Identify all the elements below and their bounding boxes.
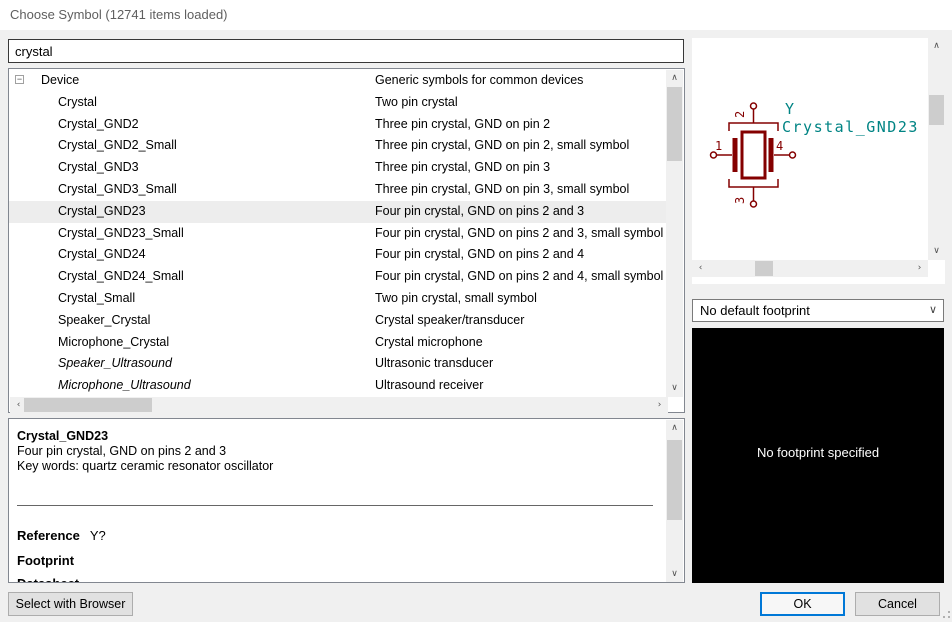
scroll-down-icon[interactable]: ∨ <box>666 380 683 397</box>
detail-symbol-name: Crystal_GND23 <box>17 429 108 443</box>
tree-row-speaker-crystal[interactable]: Speaker_Crystal Crystal speaker/transduc… <box>9 310 667 332</box>
pin4-number: 4 <box>776 139 783 153</box>
select-with-browser-button[interactable]: Select with Browser <box>8 592 133 616</box>
collapse-icon[interactable]: − <box>15 75 24 84</box>
scrollbar-thumb[interactable] <box>24 398 152 412</box>
scroll-down-icon[interactable]: ∨ <box>666 566 683 583</box>
symbol-tree-rows: − Device Generic symbols for common devi… <box>9 70 667 397</box>
symbol-tree: − Device Generic symbols for common devi… <box>8 68 685 413</box>
tree-horizontal-scrollbar[interactable]: ‹ › <box>10 397 668 413</box>
search-input[interactable] <box>8 39 684 63</box>
detail-field-reference: ReferenceY? <box>17 528 106 543</box>
preview-horizontal-scrollbar[interactable]: ‹ › <box>692 260 928 277</box>
scrollbar-thumb[interactable] <box>667 87 682 161</box>
crystal-symbol-drawing: 1 4 2 3 Y Crystal_GND23 <box>692 38 928 260</box>
tree-row-crystal-small[interactable]: Crystal_Small Two pin crystal, small sym… <box>9 288 667 310</box>
tree-row-crystal[interactable]: Crystal Two pin crystal <box>9 92 667 114</box>
tree-row-crystal-gnd3-small[interactable]: Crystal_GND3_Small Three pin crystal, GN… <box>9 179 667 201</box>
cancel-button[interactable]: Cancel <box>855 592 940 616</box>
scroll-down-icon[interactable]: ∨ <box>928 243 945 260</box>
pin3-number: 3 <box>733 197 747 204</box>
resize-grip[interactable] <box>938 606 950 618</box>
tree-row-crystal-gnd24[interactable]: Crystal_GND24 Four pin crystal, GND on p… <box>9 244 667 266</box>
pin4-end <box>790 152 796 158</box>
detail-field-footprint: Footprint <box>17 553 84 568</box>
detail-keywords: Key words: quartz ceramic resonator osci… <box>17 459 273 473</box>
bottom-bracket <box>729 179 778 187</box>
tree-row-crystal-gnd2-small[interactable]: Crystal_GND2_Small Three pin crystal, GN… <box>9 135 667 157</box>
tree-row-crystal-gnd24-small[interactable]: Crystal_GND24_Small Four pin crystal, GN… <box>9 266 667 288</box>
symbol-preview-panel: 1 4 2 3 Y Crystal_GND23 ∧ ∨ ‹ › <box>692 38 945 284</box>
scroll-right-icon[interactable]: › <box>911 260 928 277</box>
tree-row-crystal-gnd23-selected[interactable]: Crystal_GND23 Four pin crystal, GND on p… <box>9 201 667 223</box>
tree-row-device[interactable]: − Device Generic symbols for common devi… <box>9 70 667 92</box>
tree-row-crystal-gnd3[interactable]: Crystal_GND3 Three pin crystal, GND on p… <box>9 157 667 179</box>
footprint-select[interactable]: No default footprint ∨ <box>692 299 944 322</box>
tree-vertical-scrollbar[interactable]: ∧ ∨ <box>666 70 683 397</box>
footprint-preview-panel: No footprint specified <box>692 328 944 583</box>
tree-row-microphone-ultrasound[interactable]: Microphone_Ultrasound Ultrasound receive… <box>9 375 667 397</box>
ok-button[interactable]: OK <box>760 592 845 616</box>
tree-row-crystal-gnd23-small[interactable]: Crystal_GND23_Small Four pin crystal, GN… <box>9 223 667 245</box>
pin2-number: 2 <box>733 111 747 118</box>
symbol-details-content: Crystal_GND23 Four pin crystal, GND on p… <box>9 419 667 582</box>
chevron-down-icon: ∨ <box>929 303 937 316</box>
pin1-number: 1 <box>715 139 722 153</box>
tree-row-microphone-crystal[interactable]: Microphone_Crystal Crystal microphone <box>9 332 667 354</box>
scroll-up-icon[interactable]: ∧ <box>666 420 683 437</box>
scrollbar-thumb[interactable] <box>755 261 773 276</box>
tree-row-crystal-gnd2[interactable]: Crystal_GND2 Three pin crystal, GND on p… <box>9 114 667 136</box>
title-bar: Choose Symbol (12741 items loaded) <box>0 0 952 30</box>
scrollbar-corner <box>928 260 945 284</box>
scroll-right-icon[interactable]: › <box>651 397 668 413</box>
scrollbar-thumb[interactable] <box>929 95 944 125</box>
details-vertical-scrollbar[interactable]: ∧ ∨ <box>666 420 683 583</box>
symbol-reference-label: Y <box>785 100 796 118</box>
page-title: Choose Symbol (12741 items loaded) <box>10 7 228 22</box>
detail-field-datasheet: Datasheet <box>17 576 89 582</box>
footprint-select-value: No default footprint <box>700 303 810 318</box>
scroll-left-icon[interactable]: ‹ <box>692 260 709 277</box>
detail-divider <box>17 505 653 506</box>
pin3-end <box>751 201 757 207</box>
symbol-details-panel: Crystal_GND23 Four pin crystal, GND on p… <box>8 418 685 583</box>
scroll-up-icon[interactable]: ∧ <box>666 70 683 87</box>
top-bracket <box>729 123 778 131</box>
scroll-up-icon[interactable]: ∧ <box>928 38 945 55</box>
footprint-preview-message: No footprint specified <box>757 445 879 460</box>
detail-description: Four pin crystal, GND on pins 2 and 3 <box>17 444 226 458</box>
crystal-body <box>742 132 765 178</box>
preview-vertical-scrollbar[interactable]: ∧ ∨ <box>928 38 945 260</box>
symbol-name-label: Crystal_GND23 <box>782 118 919 136</box>
tree-row-speaker-ultrasound[interactable]: Speaker_Ultrasound Ultrasonic transducer <box>9 353 667 375</box>
scrollbar-thumb[interactable] <box>667 440 682 520</box>
pin2-end <box>751 103 757 109</box>
